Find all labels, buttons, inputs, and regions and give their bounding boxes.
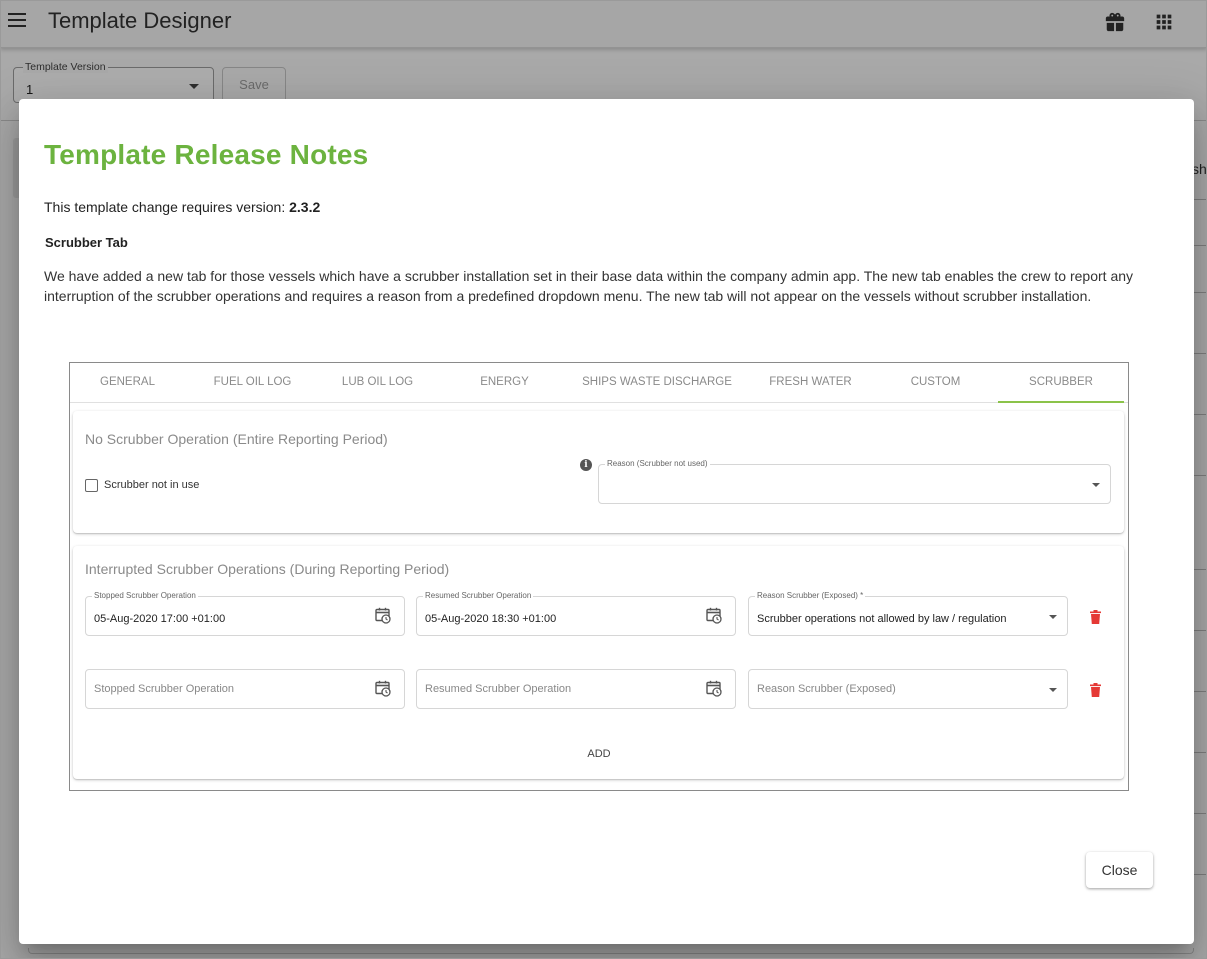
tab-scrubber[interactable]: SCRUBBER [998, 363, 1124, 403]
close-button[interactable]: Close [1086, 852, 1153, 888]
reason-scrubber-not-used-label: Reason (Scrubber not used) [605, 459, 710, 468]
reason-scrubber-exposed-value: Scrubber operations not allowed by law /… [757, 613, 1007, 625]
tab-bar: GENERAL FUEL OIL LOG LUB OIL LOG ENERGY … [70, 363, 1128, 403]
stopped-scrubber-operation-field[interactable]: Stopped Scrubber Operation 05-Aug-2020 1… [85, 591, 405, 636]
reason-scrubber-exposed-select[interactable]: Reason Scrubber (Exposed) [748, 669, 1068, 709]
required-version-text: This template change requires version: 2… [44, 199, 320, 215]
reason-scrubber-exposed-placeholder: Reason Scrubber (Exposed) [757, 683, 896, 695]
delete-icon[interactable] [1090, 683, 1101, 697]
stopped-scrubber-operation-label: Stopped Scrubber Operation [92, 591, 198, 600]
tab-custom[interactable]: CUSTOM [873, 363, 998, 403]
chevron-down-icon [1049, 615, 1057, 619]
section-title: Scrubber Tab [45, 235, 128, 250]
info-icon[interactable]: i [580, 459, 592, 471]
resumed-scrubber-operation-field[interactable]: Resumed Scrubber Operation 05-Aug-2020 1… [416, 591, 736, 636]
tab-general[interactable]: GENERAL [70, 363, 185, 403]
add-button[interactable]: ADD [571, 742, 627, 766]
reason-scrubber-exposed-label: Reason Scrubber (Exposed) * [755, 591, 866, 600]
calendar-clock-icon[interactable] [375, 607, 391, 624]
dialog-title: Template Release Notes [44, 139, 369, 170]
scrubber-not-in-use-label: Scrubber not in use [104, 479, 200, 491]
reason-scrubber-exposed-select[interactable]: Reason Scrubber (Exposed) * Scrubber ope… [748, 591, 1068, 636]
resumed-scrubber-operation-label: Resumed Scrubber Operation [423, 591, 534, 600]
tab-lub-oil-log[interactable]: LUB OIL LOG [315, 363, 440, 403]
release-notes-dialog: Template Release Notes This template cha… [19, 99, 1194, 944]
chevron-down-icon [1092, 483, 1100, 487]
required-version-prefix: This template change requires version: [44, 199, 290, 215]
required-version-number: 2.3.2 [289, 199, 321, 215]
tab-ships-waste-discharge[interactable]: SHIPS WASTE DISCHARGE [575, 363, 739, 403]
delete-icon[interactable] [1090, 610, 1101, 624]
interrupted-operations-title: Interrupted Scrubber Operations (During … [85, 561, 450, 577]
no-scrubber-operation-card: No Scrubber Operation (Entire Reporting … [73, 411, 1124, 533]
no-scrubber-operation-title: No Scrubber Operation (Entire Reporting … [85, 431, 388, 447]
section-description: We have added a new tab for those vessel… [44, 268, 1134, 304]
stopped-scrubber-operation-field[interactable]: Stopped Scrubber Operation [85, 669, 405, 709]
calendar-clock-icon[interactable] [375, 680, 391, 697]
stopped-scrubber-operation-placeholder: Stopped Scrubber Operation [94, 683, 235, 695]
tab-energy[interactable]: ENERGY [442, 363, 567, 403]
tab-fuel-oil-log[interactable]: FUEL OIL LOG [190, 363, 315, 403]
tab-fresh-water[interactable]: FRESH WATER [748, 363, 873, 403]
calendar-clock-icon[interactable] [706, 680, 722, 697]
reason-scrubber-not-used-select[interactable]: Reason (Scrubber not used) [598, 459, 1111, 504]
stopped-scrubber-operation-value: 05-Aug-2020 17:00 +01:00 [94, 613, 226, 625]
chevron-down-icon [1049, 688, 1057, 692]
scrubber-tab-screenshot: GENERAL FUEL OIL LOG LUB OIL LOG ENERGY … [69, 362, 1129, 791]
calendar-clock-icon[interactable] [706, 607, 722, 624]
scrubber-not-in-use-checkbox[interactable] [85, 479, 98, 492]
resumed-scrubber-operation-field[interactable]: Resumed Scrubber Operation [416, 669, 736, 709]
resumed-scrubber-operation-value: 05-Aug-2020 18:30 +01:00 [425, 613, 557, 625]
resumed-scrubber-operation-placeholder: Resumed Scrubber Operation [425, 683, 572, 695]
interrupted-scrubber-operations-card: Interrupted Scrubber Operations (During … [73, 546, 1124, 779]
